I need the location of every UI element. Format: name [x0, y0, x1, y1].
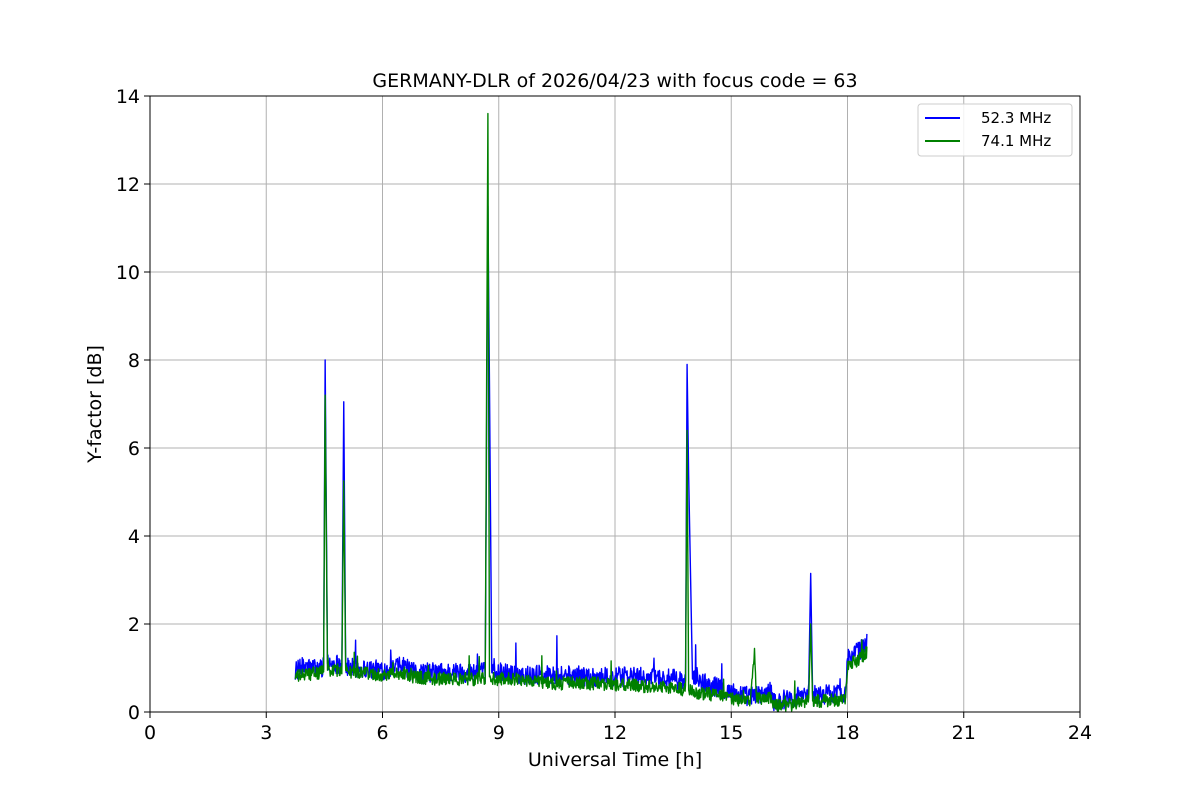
y-tick-label: 8 — [128, 350, 140, 372]
y-tick-label: 2 — [128, 614, 140, 636]
chart: 0 3 6 9 12 15 18 21 2402468101214 GERMANY-DLR of… — [0, 0, 1200, 800]
x-tick-label: 6 — [376, 722, 388, 744]
y-tick-label: 0 — [128, 702, 140, 724]
y-tick-label: 4 — [128, 526, 140, 548]
x-tick-label: 18 — [835, 722, 859, 744]
legend-label-74mhz: 74.1 MHz — [981, 132, 1051, 150]
y-tick-label: 6 — [128, 438, 140, 460]
x-tick-label: 24 — [1068, 722, 1092, 744]
x-tick-label: 21 — [952, 722, 976, 744]
x-tick-label: 15 — [719, 722, 743, 744]
legend-label-52mhz: 52.3 MHz — [981, 109, 1051, 127]
x-tick-label: 3 — [260, 722, 272, 744]
x-tick-label: 12 — [603, 722, 627, 744]
x-axis-label: Universal Time [h] — [528, 749, 702, 771]
chart-title: GERMANY-DLR of 2026/04/23 with focus cod… — [372, 70, 857, 92]
y-axis-label: Y-factor [dB] — [84, 345, 106, 464]
y-tick-label: 10 — [116, 262, 140, 284]
legend: 52.3 MHz 74.1 MHz — [917, 103, 1073, 157]
x-tick-label: 9 — [493, 722, 505, 744]
y-tick-label: 12 — [116, 174, 140, 196]
x-tick-label: 0 — [144, 722, 156, 744]
y-tick-label: 14 — [116, 86, 140, 108]
